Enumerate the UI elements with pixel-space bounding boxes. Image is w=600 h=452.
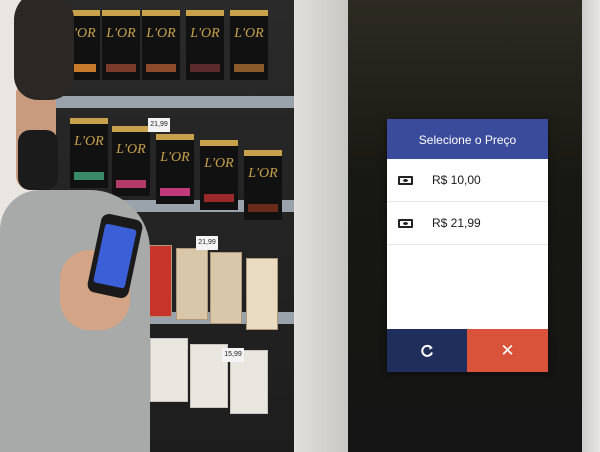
store-photo: L'OR L'OR L'OR L'OR L'OR L'OR L'OR L'OR … bbox=[0, 0, 294, 452]
cash-icon bbox=[398, 175, 413, 185]
price-option[interactable]: R$ 21,99 bbox=[387, 202, 548, 245]
face-mask bbox=[18, 130, 58, 190]
package-band bbox=[190, 64, 220, 72]
coffee-package: L'OR bbox=[200, 140, 238, 210]
package-band bbox=[234, 64, 264, 72]
tea-box bbox=[246, 258, 278, 330]
refresh-button[interactable] bbox=[387, 329, 467, 372]
phone-screen bbox=[93, 223, 137, 289]
price-selection-dialog: Selecione o Preço R$ 10,00 R$ 21,99 ✕ bbox=[387, 119, 548, 372]
brand-logo-text: L'OR bbox=[190, 26, 220, 41]
price-option-label: R$ 10,00 bbox=[432, 173, 481, 187]
close-button[interactable]: ✕ bbox=[467, 329, 548, 372]
background-blur-left bbox=[294, 0, 348, 452]
tea-box bbox=[176, 248, 208, 320]
brand-logo-text: L'OR bbox=[248, 166, 278, 181]
package-band bbox=[248, 204, 278, 212]
brand-logo-text: L'OR bbox=[234, 26, 264, 41]
background-blur-right bbox=[582, 0, 600, 452]
package-band bbox=[204, 194, 234, 202]
coffee-package: L'OR bbox=[186, 10, 224, 80]
price-option[interactable]: R$ 10,00 bbox=[387, 159, 548, 202]
shopper-hair bbox=[14, 0, 74, 100]
dialog-title: Selecione o Preço bbox=[387, 119, 548, 159]
shelf-price-tag: 15,99 bbox=[222, 348, 244, 362]
cash-icon bbox=[398, 218, 413, 228]
coffee-package: L'OR bbox=[230, 10, 268, 80]
refresh-icon bbox=[421, 344, 433, 357]
price-option-label: R$ 21,99 bbox=[432, 216, 481, 230]
close-icon: ✕ bbox=[500, 340, 515, 360]
shelf-price-tag: 21,99 bbox=[196, 236, 218, 250]
shopper bbox=[0, 0, 180, 452]
dialog-actions: ✕ bbox=[387, 329, 548, 372]
brand-logo-text: L'OR bbox=[204, 156, 234, 171]
coffee-package: L'OR bbox=[244, 150, 282, 220]
tea-box bbox=[210, 252, 242, 324]
